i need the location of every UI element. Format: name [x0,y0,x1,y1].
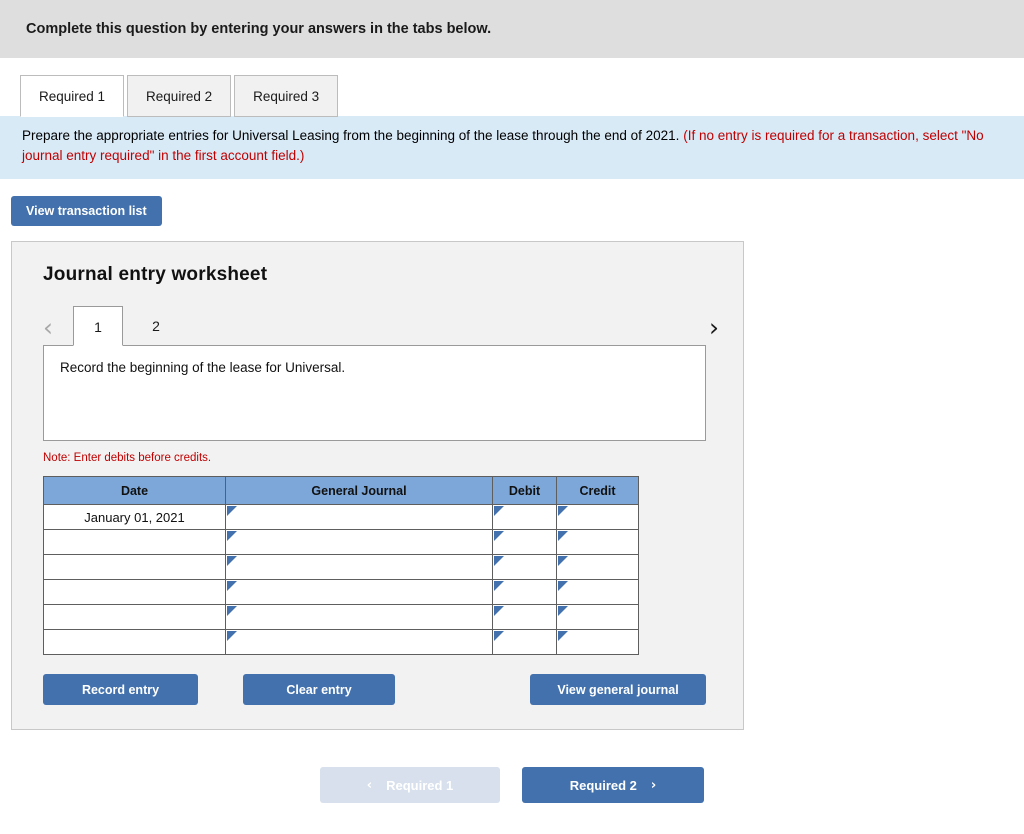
next-requirement-label: Required 2 [569,777,637,793]
view-general-journal-button[interactable]: View general journal [530,674,706,706]
clear-entry-button[interactable]: Clear entry [243,674,395,706]
transaction-list-toolbar: View transaction list [0,179,1024,227]
table-header-row: Date General Journal Debit Credit [43,476,639,506]
entry-description-box: Record the beginning of the lease for Un… [43,345,706,442]
debit-cell[interactable] [492,604,557,631]
tab-required-1-label: Required 1 [39,89,106,104]
column-header-credit: Credit [556,476,639,506]
entry-description-text: Record the beginning of the lease for Un… [60,360,346,376]
tab-required-1[interactable]: Required 1 [20,75,125,117]
credit-cell[interactable] [556,629,639,656]
chevron-right-icon: › [650,777,657,793]
general-journal-cell[interactable] [225,554,493,581]
debit-cell[interactable] [492,629,557,656]
general-journal-cell[interactable] [225,629,493,656]
table-row [43,629,639,656]
table-row [43,579,639,606]
credit-cell[interactable] [556,604,639,631]
journal-entry-table: Date General Journal Debit Credit Januar… [43,476,639,656]
date-cell[interactable] [43,629,226,656]
column-header-general-journal: General Journal [225,476,493,506]
chevron-left-icon: ‹ [366,777,373,793]
table-row: January 01, 2021 [43,504,639,531]
requirement-tabs: Required 1 Required 2 Required 3 [0,58,1024,117]
worksheet-pager: ‹ 1 2 › [12,302,743,347]
previous-requirement-label: Required 1 [386,777,454,793]
journal-entry-worksheet-panel: Journal entry worksheet ‹ 1 2 › Record t… [11,241,744,731]
tab-required-2-label: Required 2 [146,89,213,104]
debit-cell[interactable] [492,554,557,581]
date-cell[interactable]: January 01, 2021 [43,504,226,531]
credit-cell[interactable] [556,504,639,531]
banner-title: Complete this question by entering your … [26,21,492,37]
credit-cell[interactable] [556,529,639,556]
table-row [43,529,639,556]
debit-cell[interactable] [492,579,557,606]
instruction-text: Prepare the appropriate entries for Univ… [22,128,680,143]
general-journal-cell[interactable] [225,529,493,556]
credit-cell[interactable] [556,579,639,606]
worksheet-page-1[interactable]: 1 [73,306,123,347]
table-row [43,604,639,631]
general-journal-cell[interactable] [225,604,493,631]
previous-requirement-button[interactable]: ‹ Required 1 [320,767,500,804]
date-cell[interactable] [43,604,226,631]
column-header-date: Date [43,476,226,506]
chevron-right-icon[interactable]: › [709,315,719,346]
next-requirement-button[interactable]: Required 2 › [522,767,704,804]
debits-before-credits-note: Note: Enter debits before credits. [43,452,212,465]
record-entry-button[interactable]: Record entry [43,674,198,706]
tab-required-3[interactable]: Required 3 [234,75,339,117]
tab-required-2[interactable]: Required 2 [127,75,232,117]
question-banner: Complete this question by entering your … [0,0,1024,58]
debit-cell[interactable] [492,529,557,556]
worksheet-page-1-label: 1 [94,319,102,336]
credit-cell[interactable] [556,554,639,581]
tab-required-3-label: Required 3 [253,89,320,104]
worksheet-title: Journal entry worksheet [43,264,268,286]
chevron-left-icon[interactable]: ‹ [43,315,53,346]
general-journal-cell[interactable] [225,579,493,606]
instruction-panel: Prepare the appropriate entries for Univ… [0,116,1024,180]
table-row [43,554,639,581]
general-journal-cell[interactable] [225,504,493,531]
date-cell[interactable] [43,554,226,581]
debit-cell[interactable] [492,504,557,531]
bottom-navigation: ‹ Required 1 Required 2 › [0,767,1024,804]
entry-actions: Record entry Clear entry View general jo… [43,674,706,706]
view-transaction-list-button[interactable]: View transaction list [11,196,162,227]
date-cell[interactable] [43,529,226,556]
worksheet-page-2-label: 2 [152,318,160,335]
column-header-debit: Debit [492,476,557,506]
date-cell[interactable] [43,579,226,606]
worksheet-page-2[interactable]: 2 [131,306,181,346]
